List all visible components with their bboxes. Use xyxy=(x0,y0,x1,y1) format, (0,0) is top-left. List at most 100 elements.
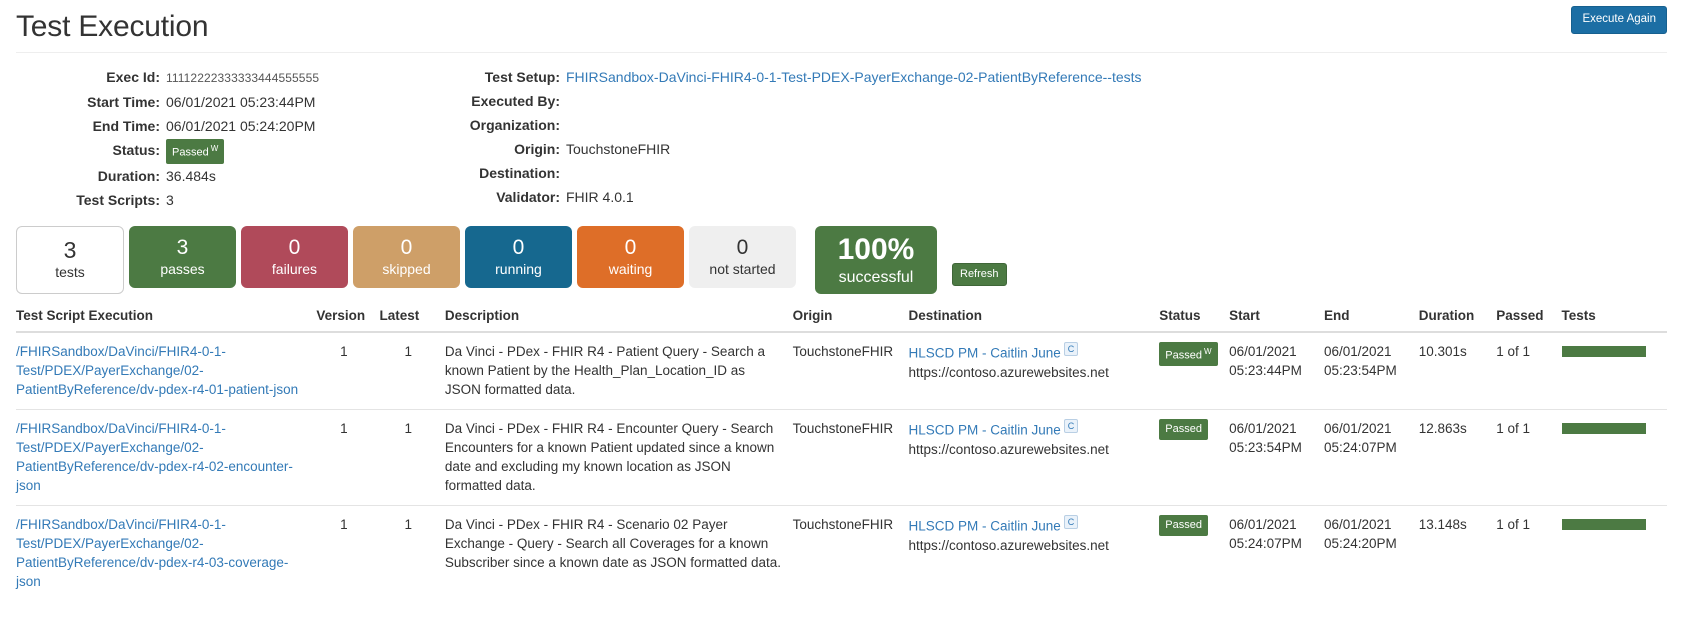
destination-url: https://contoso.azurewebsites.net xyxy=(909,536,1152,555)
cell-destination: HLSCD PM - Caitlin JuneChttps://contoso.… xyxy=(909,409,1160,505)
metadata-label: Test Setup: xyxy=(416,65,566,89)
end-time: 05:24:20PM xyxy=(1324,534,1411,553)
end-date: 06/01/2021 xyxy=(1324,342,1411,361)
test-script-table-wrap: Test Script Execution Version Latest Des… xyxy=(0,294,1683,601)
summary-tile-count: 3 xyxy=(177,235,189,260)
summary-tile-label: successful xyxy=(839,268,914,288)
execution-metadata: Exec Id:11112222333333444555555Start Tim… xyxy=(0,53,1683,212)
execute-again-button[interactable]: Execute Again xyxy=(1571,6,1667,34)
cell-version: 1 xyxy=(316,505,379,601)
metadata-row: Organization: xyxy=(416,113,1216,137)
summary-tile-not-started[interactable]: 0not started xyxy=(689,226,796,288)
column-header-description[interactable]: Description xyxy=(445,308,793,332)
summary-tile-label: running xyxy=(495,260,542,278)
test-script-link[interactable]: /FHIRSandbox/DaVinci/FHIR4-0-1-Test/PDEX… xyxy=(16,419,308,495)
metadata-label: Start Time: xyxy=(16,90,166,114)
summary-tile-count: 100% xyxy=(838,232,915,268)
cell-duration: 10.301s xyxy=(1419,332,1496,410)
table-head: Test Script Execution Version Latest Des… xyxy=(16,308,1667,332)
end-date: 06/01/2021 xyxy=(1324,419,1411,438)
tests-progress-bar xyxy=(1562,346,1646,357)
metadata-value: 06/01/2021 05:24:20PM xyxy=(166,114,315,138)
metadata-value-link[interactable]: FHIRSandbox-DaVinci-FHIR4-0-1-Test-PDEX-… xyxy=(566,65,1142,89)
destination-link[interactable]: HLSCD PM - Caitlin June xyxy=(909,345,1061,360)
start-time: 05:23:54PM xyxy=(1229,438,1316,457)
cell-status: PassedW xyxy=(1159,332,1229,410)
column-header-origin[interactable]: Origin xyxy=(793,308,909,332)
certified-badge-icon: C xyxy=(1064,515,1079,529)
test-script-link[interactable]: /FHIRSandbox/DaVinci/FHIR4-0-1-Test/PDEX… xyxy=(16,342,308,399)
metadata-label: End Time: xyxy=(16,114,166,138)
column-header-tests[interactable]: Tests xyxy=(1562,308,1667,332)
certified-badge-icon: C xyxy=(1064,342,1079,356)
cell-origin: TouchstoneFHIR xyxy=(793,505,909,601)
status-badge-label: Passed xyxy=(172,147,209,159)
metadata-column-left: Exec Id:11112222333333444555555Start Tim… xyxy=(16,65,416,212)
destination-url: https://contoso.azurewebsites.net xyxy=(909,440,1152,459)
column-header-passed[interactable]: Passed xyxy=(1496,308,1561,332)
page-header: Test Execution Execute Again xyxy=(0,0,1683,53)
column-header-duration[interactable]: Duration xyxy=(1419,308,1496,332)
column-header-latest[interactable]: Latest xyxy=(380,308,445,332)
column-header-version[interactable]: Version xyxy=(316,308,379,332)
column-header-test-script-execution[interactable]: Test Script Execution xyxy=(16,308,316,332)
status-badge-warning-marker: W xyxy=(1204,347,1212,356)
summary-tiles: 3tests3passes0failures0skipped0running0w… xyxy=(0,212,1683,294)
summary-tile-waiting[interactable]: 0waiting xyxy=(577,226,684,288)
table-row: /FHIRSandbox/DaVinci/FHIR4-0-1-Test/PDEX… xyxy=(16,409,1667,505)
page-title: Test Execution xyxy=(16,8,1667,46)
destination-link[interactable]: HLSCD PM - Caitlin June xyxy=(909,518,1061,533)
table-row: /FHIRSandbox/DaVinci/FHIR4-0-1-Test/PDEX… xyxy=(16,332,1667,410)
test-script-executions-table: Test Script Execution Version Latest Des… xyxy=(16,308,1667,601)
destination-url: https://contoso.azurewebsites.net xyxy=(909,363,1152,382)
summary-tile-label: not started xyxy=(709,260,775,278)
cell-destination: HLSCD PM - Caitlin JuneChttps://contoso.… xyxy=(909,505,1160,601)
summary-tile-label: waiting xyxy=(609,260,653,278)
cell-duration: 12.863s xyxy=(1419,409,1496,505)
column-header-status[interactable]: Status xyxy=(1159,308,1229,332)
metadata-label: Origin: xyxy=(416,137,566,161)
metadata-column-right: Test Setup:FHIRSandbox-DaVinci-FHIR4-0-1… xyxy=(416,65,1216,212)
summary-tile-successful[interactable]: 100%successful xyxy=(815,226,937,294)
summary-tile-passes[interactable]: 3passes xyxy=(129,226,236,288)
cell-status: Passed xyxy=(1159,409,1229,505)
tests-progress-fill xyxy=(1562,346,1646,357)
destination-link[interactable]: HLSCD PM - Caitlin June xyxy=(909,422,1061,437)
column-header-start[interactable]: Start xyxy=(1229,308,1324,332)
cell-test-script-execution: /FHIRSandbox/DaVinci/FHIR4-0-1-Test/PDEX… xyxy=(16,409,316,505)
metadata-row: Validator:FHIR 4.0.1 xyxy=(416,185,1216,209)
certified-badge-icon: C xyxy=(1064,419,1079,433)
metadata-value: 06/01/2021 05:23:44PM xyxy=(166,90,315,114)
summary-tile-label: passes xyxy=(160,260,204,278)
cell-start: 06/01/202105:23:44PM xyxy=(1229,332,1324,410)
metadata-row: Origin:TouchstoneFHIR xyxy=(416,137,1216,161)
column-header-destination[interactable]: Destination xyxy=(909,308,1160,332)
summary-tile-label: tests xyxy=(55,263,85,281)
cell-end: 06/01/202105:24:07PM xyxy=(1324,409,1419,505)
metadata-label: Organization: xyxy=(416,113,566,137)
metadata-label: Destination: xyxy=(416,161,566,185)
summary-tile-count: 3 xyxy=(64,238,77,263)
cell-latest: 1 xyxy=(380,505,445,601)
summary-tile-skipped[interactable]: 0skipped xyxy=(353,226,460,288)
table-body: /FHIRSandbox/DaVinci/FHIR4-0-1-Test/PDEX… xyxy=(16,332,1667,601)
summary-tile-tests[interactable]: 3tests xyxy=(16,226,124,294)
summary-tile-running[interactable]: 0running xyxy=(465,226,572,288)
summary-tile-failures[interactable]: 0failures xyxy=(241,226,348,288)
metadata-value: 11112222333333444555555 xyxy=(166,66,319,90)
summary-tile-count: 0 xyxy=(401,235,413,260)
metadata-row: Test Setup:FHIRSandbox-DaVinci-FHIR4-0-1… xyxy=(416,65,1216,89)
test-script-link[interactable]: /FHIRSandbox/DaVinci/FHIR4-0-1-Test/PDEX… xyxy=(16,515,308,591)
metadata-label: Test Scripts: xyxy=(16,188,166,212)
start-date: 06/01/2021 xyxy=(1229,515,1316,534)
metadata-value: 3 xyxy=(166,188,174,212)
status-badge-label: Passed xyxy=(1165,423,1202,435)
status-badge: Passed xyxy=(1159,419,1208,440)
cell-status: Passed xyxy=(1159,505,1229,601)
column-header-end[interactable]: End xyxy=(1324,308,1419,332)
status-badge-label: Passed xyxy=(1165,519,1202,531)
cell-destination: HLSCD PM - Caitlin JuneChttps://contoso.… xyxy=(909,332,1160,410)
refresh-button[interactable]: Refresh xyxy=(952,263,1007,286)
metadata-row: Destination: xyxy=(416,161,1216,185)
metadata-row: Exec Id:11112222333333444555555 xyxy=(16,65,416,90)
